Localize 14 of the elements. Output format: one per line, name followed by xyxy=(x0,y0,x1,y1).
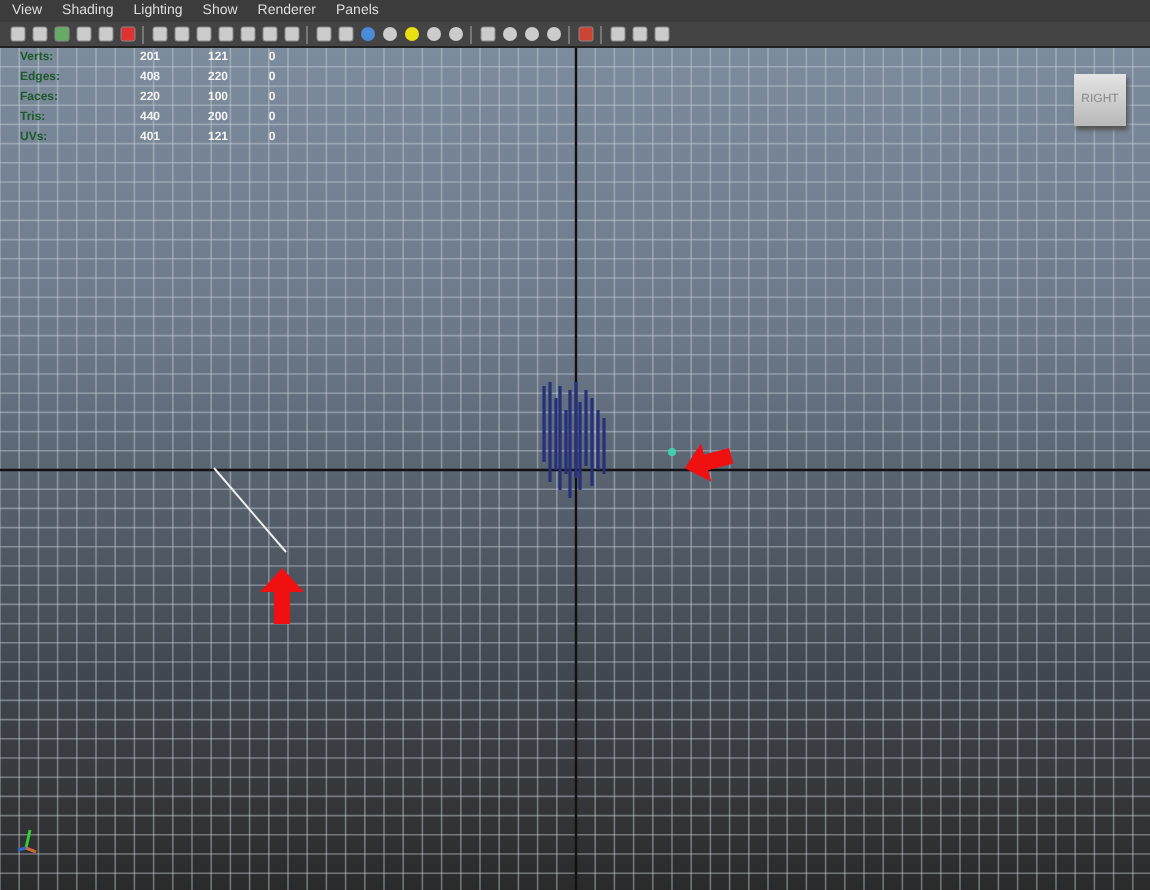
light-bulb-button[interactable] xyxy=(402,25,420,43)
light-bulb-icon xyxy=(403,26,419,42)
arrow-icon xyxy=(682,440,734,484)
sphere-button[interactable] xyxy=(446,25,464,43)
sphere-button[interactable] xyxy=(522,25,540,43)
sphere-button[interactable] xyxy=(424,25,442,43)
sphere-button[interactable] xyxy=(380,25,398,43)
axis-icon xyxy=(16,828,40,856)
sphere-button[interactable] xyxy=(500,25,518,43)
sphere-button[interactable] xyxy=(544,25,562,43)
point-icon xyxy=(666,446,678,458)
arrow-icon xyxy=(258,566,306,626)
line-drawing xyxy=(212,466,288,554)
sphere-button[interactable] xyxy=(358,25,376,43)
